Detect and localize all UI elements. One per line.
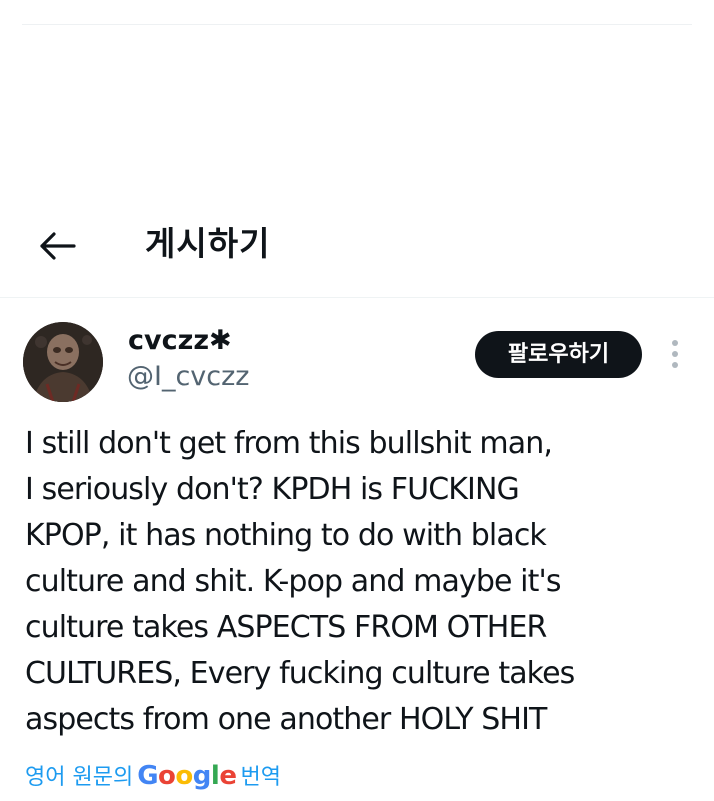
vertical-ellipsis-icon <box>672 351 678 357</box>
translate-prefix: 영어 원문의 <box>25 765 134 790</box>
arrow-left-icon <box>40 232 76 260</box>
tweet-text-line: I seriously don't? KPDH is FUCKING <box>25 472 520 507</box>
google-letter: G <box>137 761 159 791</box>
google-letter: e <box>219 761 237 791</box>
translate-link[interactable]: 영어 원문의 Google 번역 <box>25 758 281 794</box>
follow-button[interactable]: 팔로우하기 <box>475 331 642 378</box>
tweet-text-line: culture and shit. K-pop and maybe it's <box>25 564 561 599</box>
author-display-name[interactable]: cvczz✱ <box>128 323 232 359</box>
more-options-button[interactable] <box>664 336 686 374</box>
avatar-image <box>23 322 103 402</box>
header-divider <box>0 297 714 298</box>
google-letter: g <box>192 761 212 791</box>
translate-suffix: 번역 <box>240 765 281 790</box>
google-letter: o <box>158 761 176 791</box>
vertical-ellipsis-icon <box>672 362 678 368</box>
tweet-text-line: KPOP, it has nothing to do with black <box>25 518 547 553</box>
google-letter: o <box>175 761 193 791</box>
author-handle[interactable]: @I_cvczz <box>127 359 249 395</box>
page-header: 게시하기 <box>0 210 714 280</box>
vertical-ellipsis-icon <box>672 340 678 346</box>
tweet-text-line: I still don't get from this bullshit man… <box>25 426 553 461</box>
tweet-text: I still don't get from this bullshit man… <box>25 421 705 743</box>
tweet-text-line: aspects from one another HOLY SHIT <box>25 702 547 737</box>
tweet-text-line: CULTURES, Every fucking culture takes <box>25 656 575 691</box>
page-title: 게시하기 <box>145 224 271 263</box>
avatar[interactable] <box>23 322 103 402</box>
google-logo: Google <box>137 761 237 791</box>
back-button[interactable] <box>34 226 78 266</box>
top-divider <box>22 24 692 25</box>
tweet-text-line: culture takes ASPECTS FROM OTHER <box>25 610 547 645</box>
